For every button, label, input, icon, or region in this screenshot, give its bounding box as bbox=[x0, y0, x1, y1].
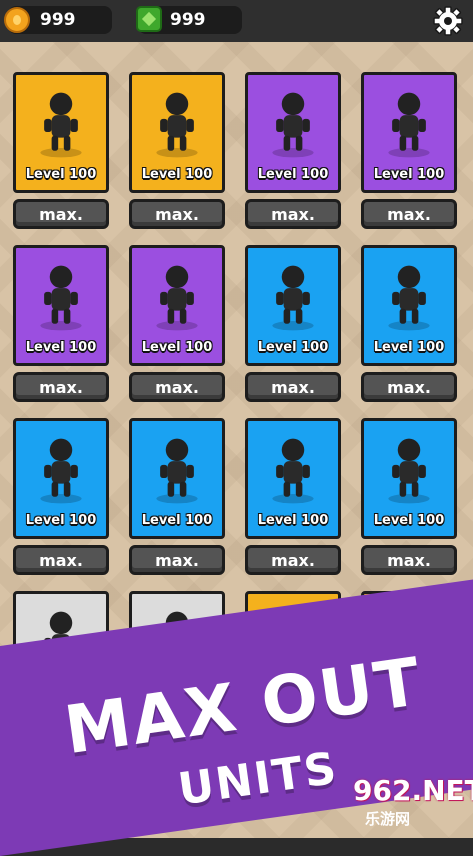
max-button[interactable]: max. bbox=[245, 199, 341, 229]
unit-level-label: Level 100 bbox=[373, 167, 445, 182]
unit-card[interactable]: Level 100 bbox=[245, 418, 341, 539]
max-button[interactable]: max. bbox=[13, 199, 109, 229]
unit-card[interactable]: Level 100 bbox=[13, 72, 109, 193]
unit-level-label: Level 100 bbox=[373, 340, 445, 355]
unit-card[interactable]: Level 100 bbox=[361, 418, 457, 539]
top-bar: 999 999 bbox=[0, 0, 473, 42]
gear-icon[interactable] bbox=[433, 6, 463, 36]
unit-card[interactable]: Level 100 bbox=[361, 245, 457, 366]
gem-count: 999 bbox=[170, 10, 206, 30]
unit-card[interactable]: Level 100 bbox=[13, 245, 109, 366]
max-button[interactable]: max. bbox=[13, 545, 109, 575]
unit-level-label: Level 100 bbox=[141, 340, 213, 355]
max-button[interactable]: max. bbox=[13, 372, 109, 402]
unit-level-label: Level 100 bbox=[257, 340, 329, 355]
unit-level-label: Level 100 bbox=[25, 340, 97, 355]
unit-level-label: Level 100 bbox=[141, 167, 213, 182]
unit-card[interactable]: Level 100 bbox=[245, 245, 341, 366]
gem-icon bbox=[136, 6, 162, 32]
unit-card[interactable]: Level 100 bbox=[13, 418, 109, 539]
unit-card[interactable]: Level 100 bbox=[129, 245, 225, 366]
max-button[interactable]: max. bbox=[245, 545, 341, 575]
coin-counter: 999 bbox=[4, 6, 112, 34]
gem-counter: 999 bbox=[136, 6, 242, 34]
unit-level-label: Level 100 bbox=[257, 167, 329, 182]
unit-level-label: Level 100 bbox=[373, 513, 445, 528]
max-button[interactable]: max. bbox=[361, 545, 457, 575]
unit-card[interactable]: Level 100 bbox=[129, 72, 225, 193]
max-button[interactable]: max. bbox=[129, 545, 225, 575]
max-button[interactable]: max. bbox=[361, 199, 457, 229]
unit-card[interactable]: Level 100 bbox=[129, 418, 225, 539]
unit-card[interactable]: Level 100 bbox=[245, 72, 341, 193]
unit-level-label: Level 100 bbox=[25, 513, 97, 528]
coin-count: 999 bbox=[40, 10, 76, 30]
coin-icon bbox=[4, 7, 30, 33]
unit-level-label: Level 100 bbox=[141, 513, 213, 528]
unit-level-label: Level 100 bbox=[25, 167, 97, 182]
unit-card[interactable]: Level 100 bbox=[361, 72, 457, 193]
max-button[interactable]: max. bbox=[361, 372, 457, 402]
max-button[interactable]: max. bbox=[129, 199, 225, 229]
max-button[interactable]: max. bbox=[245, 372, 341, 402]
max-button[interactable]: max. bbox=[129, 372, 225, 402]
unit-level-label: Level 100 bbox=[257, 513, 329, 528]
